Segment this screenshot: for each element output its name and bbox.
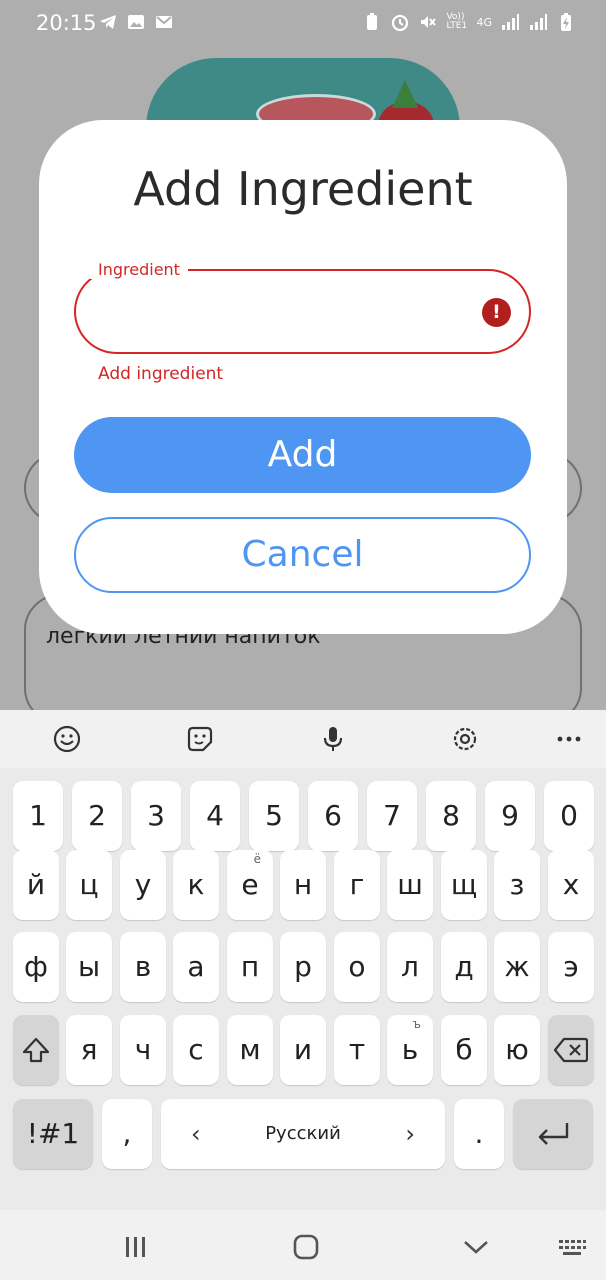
key-ц[interactable]: ц <box>66 850 112 920</box>
keyboard-switch-icon[interactable] <box>557 1232 587 1262</box>
status-left-icons <box>98 12 174 32</box>
mute-icon <box>421 16 437 28</box>
signal-icon <box>530 14 547 30</box>
space-key-label: Русский <box>265 1123 341 1144</box>
key-м[interactable]: м <box>227 1015 273 1085</box>
key-ы[interactable]: ы <box>66 932 112 1002</box>
backspace-key[interactable] <box>548 1015 594 1085</box>
key-0[interactable]: 0 <box>544 781 594 851</box>
mail-icon <box>156 16 172 28</box>
key-9[interactable]: 9 <box>485 781 535 851</box>
key-2[interactable]: 2 <box>72 781 122 851</box>
chevron-right-icon: › <box>405 1120 415 1148</box>
battery-charging-icon <box>561 13 571 31</box>
key-и[interactable]: и <box>280 1015 326 1085</box>
period-key[interactable]: . <box>454 1099 504 1169</box>
key-ь-label: ь <box>401 1033 419 1066</box>
key-ь[interactable]: ь ъ <box>387 1015 433 1085</box>
key-ь-alt: ъ <box>412 1017 421 1031</box>
key-з[interactable]: з <box>494 850 540 920</box>
key-щ[interactable]: щ <box>441 850 487 920</box>
cancel-button[interactable]: Cancel <box>74 517 531 593</box>
key-б[interactable]: б <box>441 1015 487 1085</box>
key-у[interactable]: у <box>120 850 166 920</box>
key-е-label: е <box>241 868 259 901</box>
key-ф[interactable]: ф <box>13 932 59 1002</box>
key-4[interactable]: 4 <box>190 781 240 851</box>
alarm-icon <box>392 14 409 32</box>
key-я[interactable]: я <box>66 1015 112 1085</box>
more-icon[interactable] <box>554 724 584 754</box>
battery-saver-icon <box>367 13 378 30</box>
key-ж[interactable]: ж <box>494 932 540 1002</box>
key-к[interactable]: к <box>173 850 219 920</box>
key-н[interactable]: н <box>280 850 326 920</box>
key-п[interactable]: п <box>227 932 273 1002</box>
image-icon <box>128 15 144 29</box>
settings-icon[interactable] <box>450 724 480 754</box>
key-8[interactable]: 8 <box>426 781 476 851</box>
status-right-icons: Vo)) LTE1 4G <box>362 12 576 32</box>
key-а[interactable]: а <box>173 932 219 1002</box>
key-ч[interactable]: ч <box>120 1015 166 1085</box>
status-time: 20:15 <box>36 11 97 35</box>
key-т[interactable]: т <box>334 1015 380 1085</box>
home-icon[interactable] <box>291 1232 321 1262</box>
key-х[interactable]: х <box>548 850 594 920</box>
symbols-key[interactable]: !#1 <box>13 1099 93 1169</box>
key-д[interactable]: д <box>441 932 487 1002</box>
keyboard-toolbar <box>0 710 606 768</box>
key-ю[interactable]: ю <box>494 1015 540 1085</box>
ingredient-field-error: Add ingredient <box>98 364 224 384</box>
enter-key[interactable] <box>513 1099 593 1169</box>
key-7[interactable]: 7 <box>367 781 417 851</box>
key-й[interactable]: й <box>13 850 59 920</box>
key-1[interactable]: 1 <box>13 781 63 851</box>
chevron-left-icon: ‹ <box>191 1120 201 1148</box>
backspace-icon <box>553 1037 589 1063</box>
leaf-shape <box>392 80 418 108</box>
key-в[interactable]: в <box>120 932 166 1002</box>
dialog-title: Add Ingredient <box>133 162 473 216</box>
key-е[interactable]: е ё <box>227 850 273 920</box>
volte-indicator: Vo)) LTE1 <box>446 12 468 31</box>
recent-apps-icon[interactable] <box>121 1232 151 1262</box>
key-3[interactable]: 3 <box>131 781 181 851</box>
key-6[interactable]: 6 <box>308 781 358 851</box>
network-indicator: 4G <box>476 15 492 29</box>
key-л[interactable]: л <box>387 932 433 1002</box>
add-button[interactable]: Add <box>74 417 531 493</box>
keyboard: 1 2 3 4 5 6 7 8 9 0 й ц у к е ё н г ш щ … <box>0 710 606 1210</box>
comma-key[interactable]: , <box>102 1099 152 1169</box>
key-э[interactable]: э <box>548 932 594 1002</box>
ingredient-input[interactable] <box>98 292 468 332</box>
space-key[interactable]: ‹ Русский › <box>161 1099 445 1169</box>
ingredient-field-label: Ingredient <box>90 260 188 279</box>
key-р[interactable]: р <box>280 932 326 1002</box>
sticker-icon[interactable] <box>185 724 215 754</box>
shift-icon <box>22 1037 50 1063</box>
microphone-icon[interactable] <box>318 724 348 754</box>
emoji-icon[interactable] <box>52 724 82 754</box>
shift-key[interactable] <box>13 1015 59 1085</box>
key-е-alt: ё <box>253 852 261 866</box>
enter-icon <box>538 1123 569 1145</box>
key-5[interactable]: 5 <box>249 781 299 851</box>
signal-icon <box>502 14 519 30</box>
keyboard-keys: 1 2 3 4 5 6 7 8 9 0 й ц у к е ё н г ш щ … <box>0 768 606 1210</box>
key-с[interactable]: с <box>173 1015 219 1085</box>
key-о[interactable]: о <box>334 932 380 1002</box>
telegram-icon <box>100 15 116 29</box>
key-г[interactable]: г <box>334 850 380 920</box>
status-bar: 20:15 Vo)) LTE1 4G <box>0 0 606 48</box>
back-chevron-down-icon[interactable] <box>461 1232 491 1262</box>
key-ш[interactable]: ш <box>387 850 433 920</box>
error-icon: ! <box>482 298 511 327</box>
navigation-bar <box>0 1210 606 1280</box>
